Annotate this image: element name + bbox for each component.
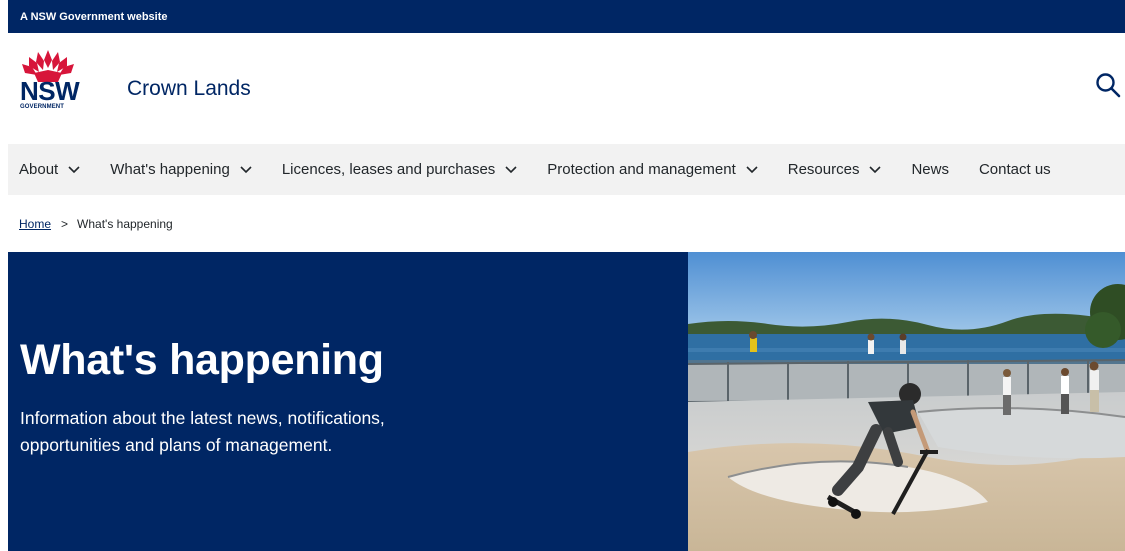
nav-item-resources[interactable]: Resources [788,161,882,178]
chevron-down-icon [746,165,758,173]
breadcrumb-current: What's happening [77,216,173,231]
page: A NSW Government website NSW GOVERNMENT … [0,0,1125,551]
nav-item-label: News [911,161,949,178]
nav-item-protection-management[interactable]: Protection and management [547,161,758,178]
breadcrumb-separator: > [61,216,69,231]
nav-item-label: What's happening [110,161,230,178]
skatepark-photo [688,252,1125,551]
chevron-down-icon [869,165,882,173]
nav-item-contact-us[interactable]: Contact us [979,161,1051,178]
chevron-down-icon [68,165,80,173]
site-name[interactable]: Crown Lands [127,77,251,101]
government-masthead: A NSW Government website [8,0,1125,33]
nav-item-about[interactable]: About [19,161,80,178]
breadcrumb-home-link[interactable]: Home [19,217,51,231]
nav-item-news[interactable]: News [911,161,949,178]
nav-item-label: Licences, leases and purchases [281,161,496,178]
chevron-down-icon [505,165,517,173]
breadcrumb: Home > What's happening [8,195,1125,252]
hero-image-skatepark [688,252,1125,551]
main-navigation: About What's happening Licences, leases … [8,144,1125,195]
nav-item-label: Protection and management [547,161,736,178]
nav-item-whats-happening[interactable]: What's happening [110,161,252,178]
masthead-text: A NSW Government website [20,10,168,23]
hero-text-panel: What's happening Information about the l… [8,252,688,551]
page-title: What's happening [20,336,384,384]
nav-item-label: Resources [787,161,860,178]
search-button[interactable] [1093,71,1123,101]
logo-nsw-text: NSW [20,75,80,106]
nav-item-label: About [19,161,59,178]
hero-description: Information about the latest news, notif… [20,408,385,455]
nav-item-label: Contact us [978,161,1051,178]
search-icon [1096,72,1121,97]
site-header: NSW GOVERNMENT Crown Lands [8,33,1125,144]
hero-banner: What's happening Information about the l… [8,252,1125,551]
logo-government-text: GOVERNMENT [20,103,65,110]
nsw-government-logo[interactable]: NSW GOVERNMENT [20,48,92,130]
nav-item-licences-leases-purchases[interactable]: Licences, leases and purchases [282,161,517,178]
chevron-down-icon [240,165,252,173]
